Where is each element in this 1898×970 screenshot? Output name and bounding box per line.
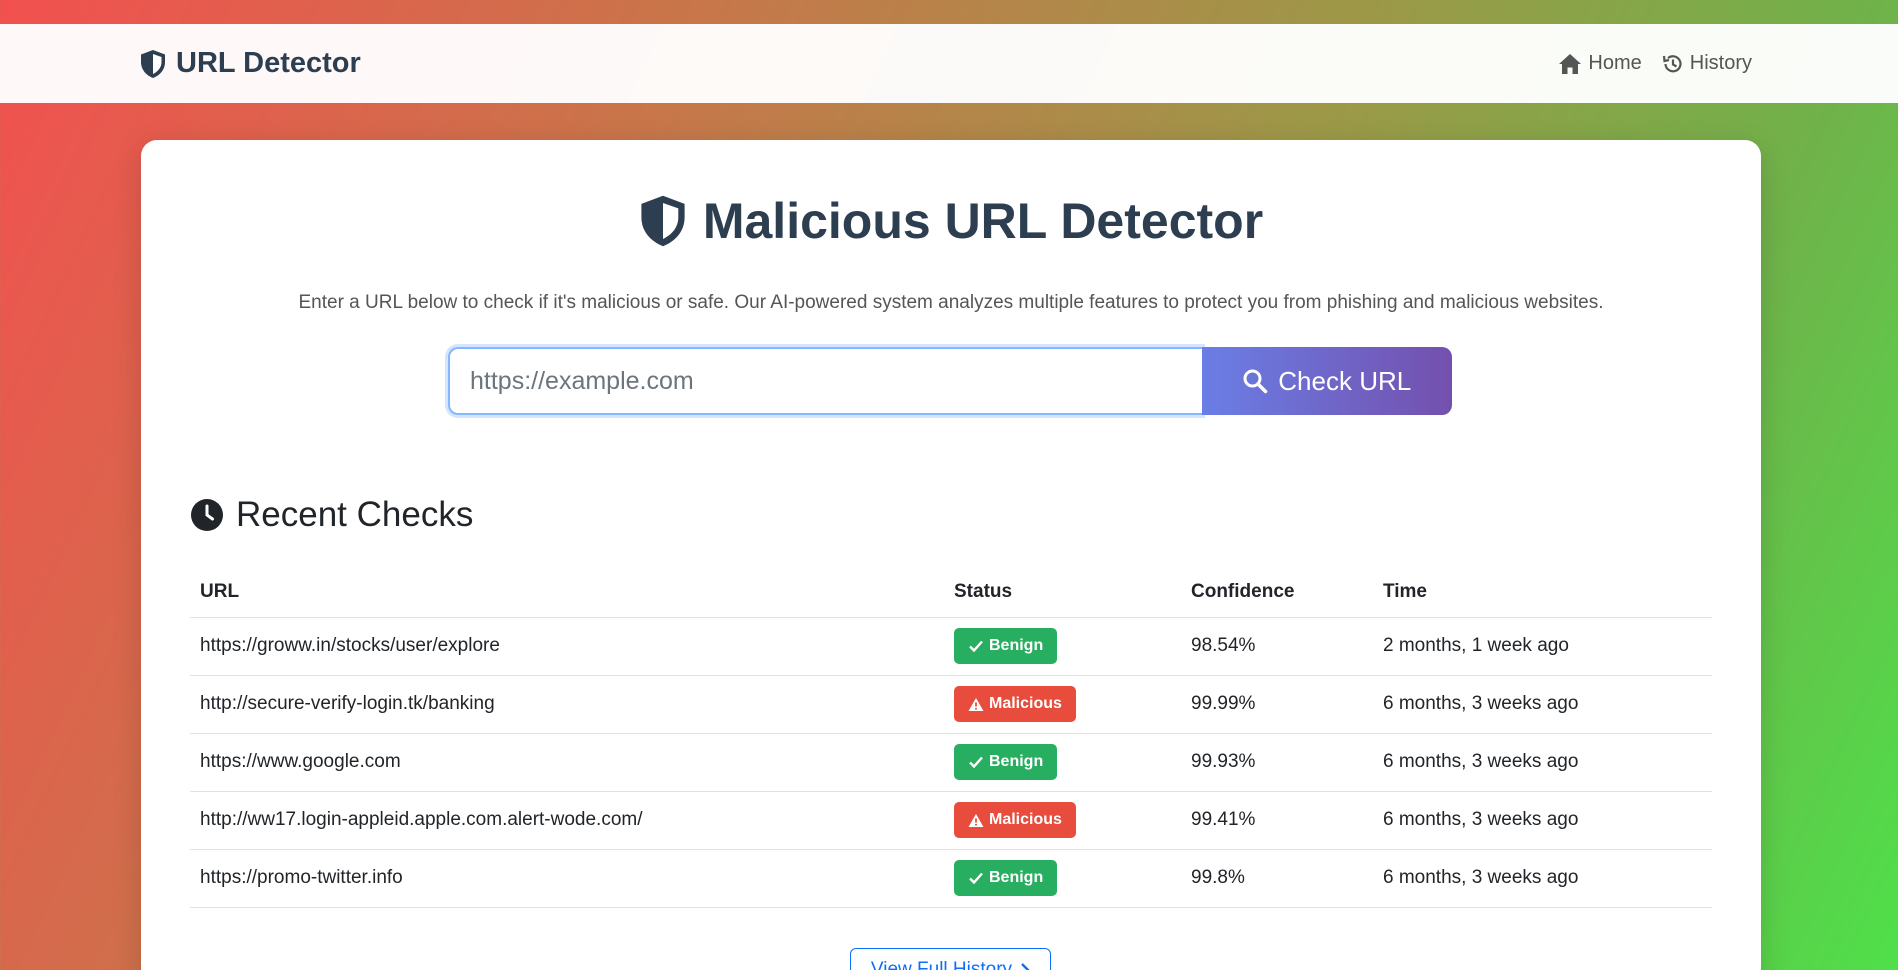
status-badge: Benign [954,860,1058,896]
column-header-url: URL [190,568,944,618]
search-icon [1242,368,1268,394]
row-time: 2 months, 1 week ago [1373,617,1712,676]
status-badge: Malicious [954,686,1076,722]
page-subtitle: Enter a URL below to check if it's malic… [298,292,1604,313]
row-confidence: 99.93% [1181,733,1373,792]
view-full-history-label: View Full History [870,959,1013,970]
row-status: Benign [944,617,1181,676]
warning-icon [968,697,984,712]
column-header-confidence: Confidence [1181,568,1373,618]
nav-home-link[interactable]: Home [1558,52,1642,75]
shield-icon [639,194,687,248]
brand-link[interactable]: URL Detector [140,24,361,103]
home-icon [1558,53,1582,75]
row-status: Benign [944,849,1181,908]
row-time: 6 months, 3 weeks ago [1373,849,1712,908]
row-confidence: 99.41% [1181,791,1373,850]
clock-icon [190,498,224,532]
row-confidence: 99.8% [1181,849,1373,908]
warning-icon [968,813,984,828]
status-label: Malicious [989,811,1062,828]
table-row: https://promo-twitter.info Benign 99.8% … [190,849,1712,908]
recent-checks-title: Recent Checks [236,495,474,534]
shield-icon [140,49,166,79]
check-icon [968,639,984,653]
view-full-history-button[interactable]: View Full History [850,948,1051,970]
recent-checks-table: URL Status Confidence Time https://groww… [190,568,1712,908]
row-url: https://groww.in/stocks/user/explore [190,617,944,676]
row-time: 6 months, 3 weeks ago [1373,791,1712,850]
row-status: Benign [944,733,1181,792]
main-card: Malicious URL Detector Enter a URL below… [141,140,1761,970]
status-badge: Benign [954,744,1058,780]
status-badge: Benign [954,628,1058,664]
status-label: Malicious [989,695,1062,712]
url-check-form: Check URL [448,347,1452,415]
check-icon [968,871,984,885]
url-input[interactable] [448,347,1202,415]
table-header-row: URL Status Confidence Time [190,568,1712,618]
status-label: Benign [989,869,1044,886]
chevron-right-icon [1020,962,1030,970]
status-label: Benign [989,637,1044,654]
table-row: https://www.google.com Benign 99.93% 6 m… [190,733,1712,792]
row-status: Malicious [944,675,1181,734]
nav-links: Home History [1558,24,1752,103]
navbar: URL Detector Home History [0,24,1898,103]
column-header-status: Status [944,568,1181,618]
row-confidence: 98.54% [1181,617,1373,676]
status-badge: Malicious [954,802,1076,838]
row-time: 6 months, 3 weeks ago [1373,733,1712,792]
check-icon [968,755,984,769]
table-row: https://groww.in/stocks/user/explore Ben… [190,617,1712,676]
row-confidence: 99.99% [1181,675,1373,734]
brand-name: URL Detector [176,47,361,79]
hero-title: Malicious URL Detector [141,192,1761,250]
row-url: https://promo-twitter.info [190,849,944,908]
row-url: https://www.google.com [190,733,944,792]
nav-home-label: Home [1588,52,1642,74]
check-url-button[interactable]: Check URL [1201,347,1452,415]
row-time: 6 months, 3 weeks ago [1373,675,1712,734]
nav-history-link[interactable]: History [1662,52,1752,75]
column-header-time: Time [1373,568,1712,618]
row-url: http://ww17.login-appleid.apple.com.aler… [190,791,944,850]
recent-checks-heading: Recent Checks [190,495,473,535]
history-icon [1662,53,1684,75]
row-url: http://secure-verify-login.tk/banking [190,675,944,734]
row-status: Malicious [944,791,1181,850]
table-row: http://ww17.login-appleid.apple.com.aler… [190,791,1712,850]
status-label: Benign [989,753,1044,770]
nav-history-label: History [1689,52,1752,74]
check-url-label: Check URL [1278,365,1412,396]
page-title: Malicious URL Detector [702,193,1264,249]
table-row: http://secure-verify-login.tk/banking Ma… [190,675,1712,734]
